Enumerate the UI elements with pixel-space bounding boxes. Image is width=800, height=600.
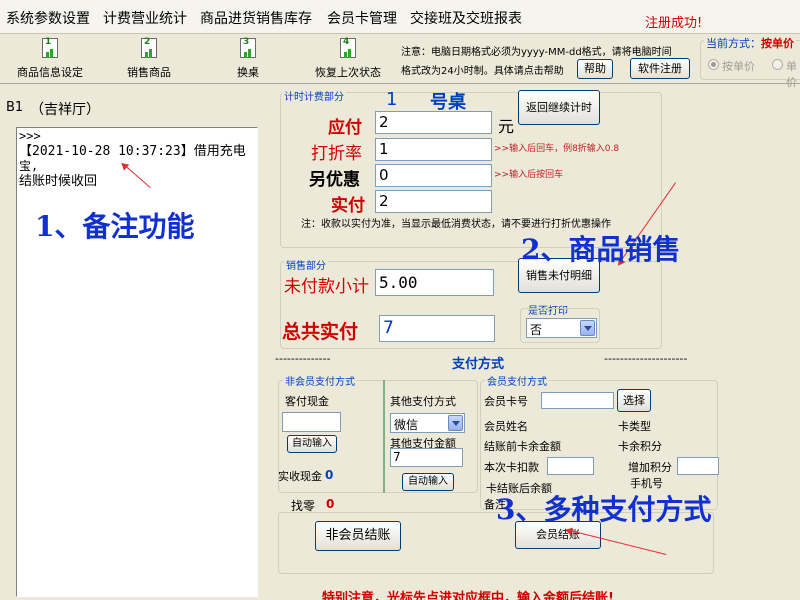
annotation-remarks: 1、备注功能 — [35, 210, 195, 243]
mode-label: 当前方式：按单价 — [704, 35, 796, 51]
time-format-notice: 格式改为24小时制。具体请点击帮助 — [401, 66, 564, 77]
log-line: 【2021-10-28 10:37:23】借用充电 — [19, 144, 246, 159]
bottom-note: 特别注意，光标先点进对应框中，输入金额后结账! — [322, 591, 614, 600]
total-paid-label: 总共实付 — [282, 321, 359, 343]
mode-radio-unit[interactable] — [772, 59, 783, 70]
sell-goods-button[interactable]: 2 销售商品 — [104, 36, 194, 82]
registration-status: 注册成功! — [645, 16, 703, 31]
due-label: 应付 — [328, 118, 362, 138]
other-payment-title: 其他支付方式 — [390, 395, 456, 408]
print-select[interactable]: 否 — [526, 318, 597, 338]
extra-discount-label: 另优惠 — [309, 170, 360, 190]
other-method-select[interactable]: 微信 — [390, 413, 465, 433]
discount-input[interactable]: 1 — [375, 138, 492, 161]
discount-hint: >>输入后回车，例8折输入0.8 — [494, 144, 620, 154]
points-label: 卡余积分 — [618, 440, 662, 453]
cash-label: 客付现金 — [285, 395, 329, 408]
member-title: 会员支付方式 — [485, 373, 549, 388]
extra-discount-input[interactable]: 0 — [375, 164, 492, 187]
remarks-content: >>> 【2021-10-28 10:37:23】借用充电 宝, 结账时候收回 — [17, 128, 257, 190]
due-unit: 元 — [498, 117, 515, 136]
timing-section-title: 计时计费部分 — [282, 88, 346, 103]
balance-before-label: 结账前卡余金额 — [484, 440, 561, 453]
extra-discount-hint: >>输入后按回车 — [494, 170, 564, 180]
sell-goods-label: 销售商品 — [127, 66, 171, 79]
add-points-input[interactable] — [677, 457, 719, 475]
other-amount-input[interactable]: 7 — [390, 448, 463, 467]
cash-input[interactable] — [282, 412, 341, 432]
room-name: （吉祥厅） — [30, 102, 100, 118]
card-type-label: 卡类型 — [618, 420, 651, 433]
cash-auto-input-button[interactable]: 自动输入 — [287, 435, 337, 453]
other-auto-input-button[interactable]: 自动输入 — [402, 473, 454, 491]
chart-icon: 4 — [337, 37, 359, 62]
member-name-label: 会员姓名 — [484, 420, 528, 433]
chevron-down-icon — [448, 415, 463, 431]
chevron-down-icon — [580, 320, 595, 336]
paid-amount-input[interactable]: 2 — [375, 190, 492, 213]
print-select-value: 否 — [530, 323, 543, 337]
divider-line — [383, 380, 385, 493]
toolbar: 1 商品信息设定 2 销售商品 3 换桌 4 恢复上次状态 注意：电脑日期格式必… — [0, 34, 800, 89]
menu-shift-report[interactable]: 交接班及交班报表 — [410, 8, 522, 28]
table-number: 1 — [386, 89, 398, 110]
help-button[interactable]: 帮助 — [577, 59, 613, 79]
room-code: B1 — [6, 100, 24, 115]
payment-divider-right: --------------------- — [604, 352, 688, 365]
change-table-label: 换桌 — [237, 66, 259, 79]
chart-icon: 3 — [237, 37, 259, 62]
card-no-input[interactable] — [541, 392, 614, 409]
discount-label: 打折率 — [311, 144, 362, 164]
restore-state-button[interactable]: 4 恢复上次状态 — [303, 36, 393, 82]
sales-section-title: 销售部分 — [284, 257, 328, 272]
menu-billing-stats[interactable]: 计费营业统计 — [103, 8, 187, 28]
goods-info-label: 商品信息设定 — [17, 66, 83, 79]
chart-icon: 1 — [39, 37, 61, 62]
mode-option-unit: 单价 — [786, 60, 797, 89]
card-no-label: 会员卡号 — [484, 395, 528, 408]
choose-member-button[interactable]: 选择 — [617, 389, 651, 412]
annotation-sales: 2、商品销售 — [521, 233, 681, 266]
this-charge-input[interactable] — [547, 457, 594, 475]
unpaid-amount-input[interactable]: 5.00 — [375, 269, 494, 296]
payment-title: 支付方式 — [452, 357, 505, 372]
menu-goods-inventory[interactable]: 商品进货销售库存 — [200, 8, 312, 28]
nonmember-title: 非会员支付方式 — [283, 373, 357, 388]
paid-label: 实付 — [331, 196, 365, 216]
change-value: 0 — [326, 497, 335, 511]
mode-option-price: 按单价 — [722, 60, 755, 73]
menu-bar: 系统参数设置 计费营业统计 商品进货销售库存 会员卡管理 交接班及交班报表 注册… — [0, 0, 800, 34]
register-button[interactable]: 软件注册 — [630, 58, 690, 79]
goods-info-button[interactable]: 1 商品信息设定 — [5, 36, 95, 82]
log-line: 宝, — [19, 159, 39, 173]
total-paid-input[interactable]: 7 — [379, 315, 495, 342]
mode-radio-price[interactable] — [708, 59, 719, 70]
date-format-notice: 注意：电脑日期格式必须为yyyy-MM-dd格式，请将电脑时间 — [401, 47, 672, 58]
menu-member-card[interactable]: 会员卡管理 — [327, 8, 397, 28]
actual-cash-label: 实收现金 — [278, 470, 322, 483]
menu-system-settings[interactable]: 系统参数设置 — [6, 8, 90, 28]
unpaid-label: 未付款小计 — [284, 277, 369, 297]
resume-timing-button[interactable]: 返回继续计时 — [518, 90, 600, 125]
due-amount-input[interactable]: 2 — [375, 111, 492, 134]
log-prompt: >>> — [19, 129, 41, 143]
remarks-textarea[interactable]: >>> 【2021-10-28 10:37:23】借用充电 宝, 结账时候收回 — [16, 127, 258, 597]
restore-state-label: 恢复上次状态 — [315, 66, 381, 79]
nonmember-checkout-button[interactable]: 非会员结账 — [315, 521, 401, 551]
actual-cash-value: 0 — [325, 468, 334, 482]
chart-icon: 2 — [138, 37, 160, 62]
change-table-button[interactable]: 3 换桌 — [203, 36, 293, 82]
payment-divider-left: -------------- — [275, 352, 331, 365]
this-charge-label: 本次卡扣款 — [484, 461, 539, 474]
other-method-value: 微信 — [394, 418, 419, 432]
add-points-label: 增加积分 — [628, 461, 672, 474]
annotation-payment: 3、多种支付方式 — [496, 493, 712, 526]
